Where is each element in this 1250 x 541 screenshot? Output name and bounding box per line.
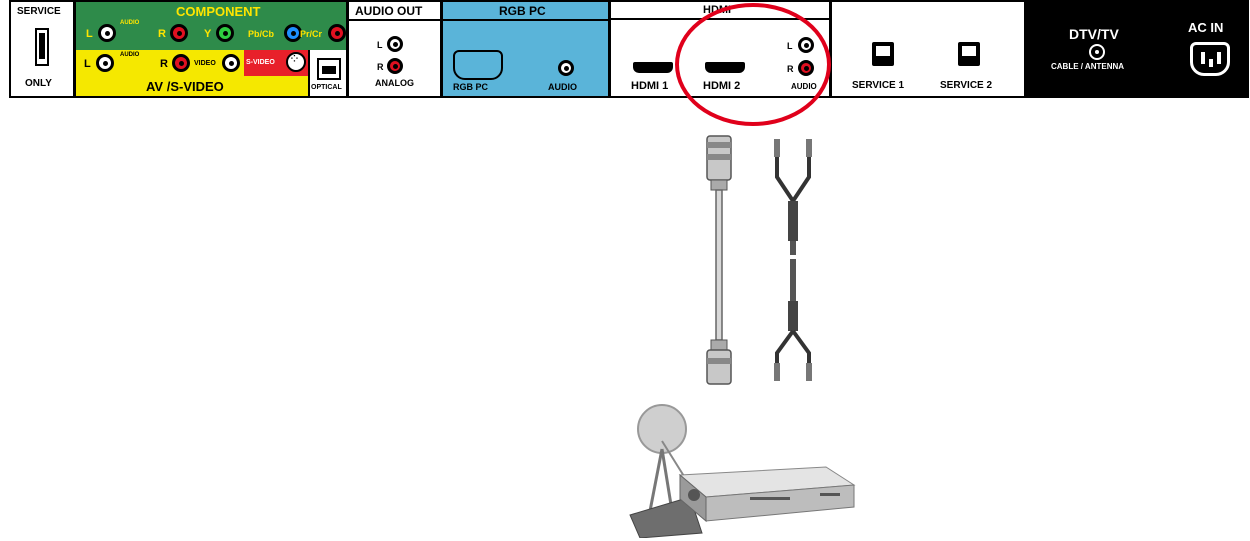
av-video-jack: [222, 54, 240, 72]
power-socket-icon: [1190, 42, 1230, 76]
audio-out-l-jack: [387, 36, 403, 52]
component-y-jack: [216, 24, 234, 42]
rca-audio-cable-icon: [774, 139, 812, 381]
set-top-box-with-dish-icon: [620, 393, 860, 538]
component-pr-label: Pr/Cr: [300, 29, 323, 39]
av-audio-l-jack: [96, 54, 114, 72]
analog-label: ANALOG: [375, 78, 414, 88]
service1-label: SERVICE 1: [852, 80, 905, 91]
audio-out-title: AUDIO OUT: [355, 4, 423, 18]
component-y-label: Y: [204, 28, 212, 40]
service-only-label: ONLY: [25, 78, 52, 89]
audio-out-section: AUDIO OUT L R ANALOG: [349, 2, 440, 96]
av-section: AUDIO L R VIDEO S-VIDEO AV /S-VIDEO: [76, 50, 308, 96]
av-audio-r-jack: [172, 54, 190, 72]
svideo-area: S-VIDEO: [244, 50, 308, 76]
service2-port-icon: [958, 42, 980, 66]
component-l-label: L: [86, 28, 93, 40]
audio-out-l-label: L: [377, 40, 383, 50]
service-ports-section: SERVICE 1 SERVICE 2: [832, 2, 1024, 96]
av-video-label: VIDEO: [194, 60, 216, 67]
hdmi1-label: HDMI 1: [631, 80, 669, 92]
av-r-label: R: [160, 58, 168, 70]
audio-out-r-jack: [387, 58, 403, 74]
optical-label: OPTICAL: [311, 84, 342, 91]
optical-section: OPTICAL: [310, 50, 346, 96]
service1-port-icon: [872, 42, 894, 66]
dtv-section: DTV/TV CABLE / ANTENNA: [1029, 0, 1164, 98]
svideo-label: S-VIDEO: [246, 59, 275, 66]
service2-label: SERVICE 2: [940, 80, 993, 91]
coax-jack-icon: [1089, 44, 1105, 60]
rgb-audio-label: AUDIO: [548, 82, 577, 92]
component-audio-r-jack: [170, 24, 188, 42]
service-label: SERVICE: [17, 6, 61, 17]
vga-port-icon: [453, 50, 503, 80]
rgb-pc-port-label: RGB PC: [453, 82, 489, 92]
rgb-divider: [443, 19, 608, 21]
hdmi-cable-icon: [706, 135, 732, 385]
av-title: AV /S-VIDEO: [146, 79, 224, 94]
rgb-audio-jack: [558, 60, 574, 76]
av-audio-label: AUDIO: [120, 52, 140, 58]
component-pr-jack: [328, 24, 346, 42]
ac-in-title: AC IN: [1188, 20, 1224, 35]
rgb-pc-title: RGB PC: [499, 4, 546, 18]
audio-out-r-label: R: [377, 62, 384, 72]
service-usb-section: SERVICE ONLY: [11, 2, 73, 96]
av-l-label: L: [84, 58, 91, 70]
usb-port-icon: [35, 28, 49, 66]
component-audio-l-jack: [98, 24, 116, 42]
audio-out-divider: [349, 19, 440, 21]
hdmi1-port-icon: [633, 62, 673, 73]
dtv-title: DTV/TV: [1069, 26, 1119, 42]
component-pb-label: Pb/Cb: [248, 29, 274, 39]
ac-in-section: AC IN: [1164, 0, 1249, 98]
svideo-jack-icon: [286, 51, 306, 72]
hdmi2-highlight-circle: [675, 3, 831, 126]
rgb-pc-section: RGB PC RGB PC AUDIO: [443, 2, 608, 96]
component-audio-label: AUDIO: [120, 20, 140, 26]
component-r-label: R: [158, 28, 166, 40]
optical-port-icon: [317, 58, 341, 80]
component-section: COMPONENT AUDIO L R Y Pb/Cb Pr/Cr: [76, 2, 346, 50]
dtv-subtitle: CABLE / ANTENNA: [1051, 62, 1125, 71]
component-title: COMPONENT: [176, 4, 261, 19]
tv-back-panel: SERVICE ONLY COMPONENT AUDIO L R Y Pb/Cb…: [9, 0, 1249, 98]
